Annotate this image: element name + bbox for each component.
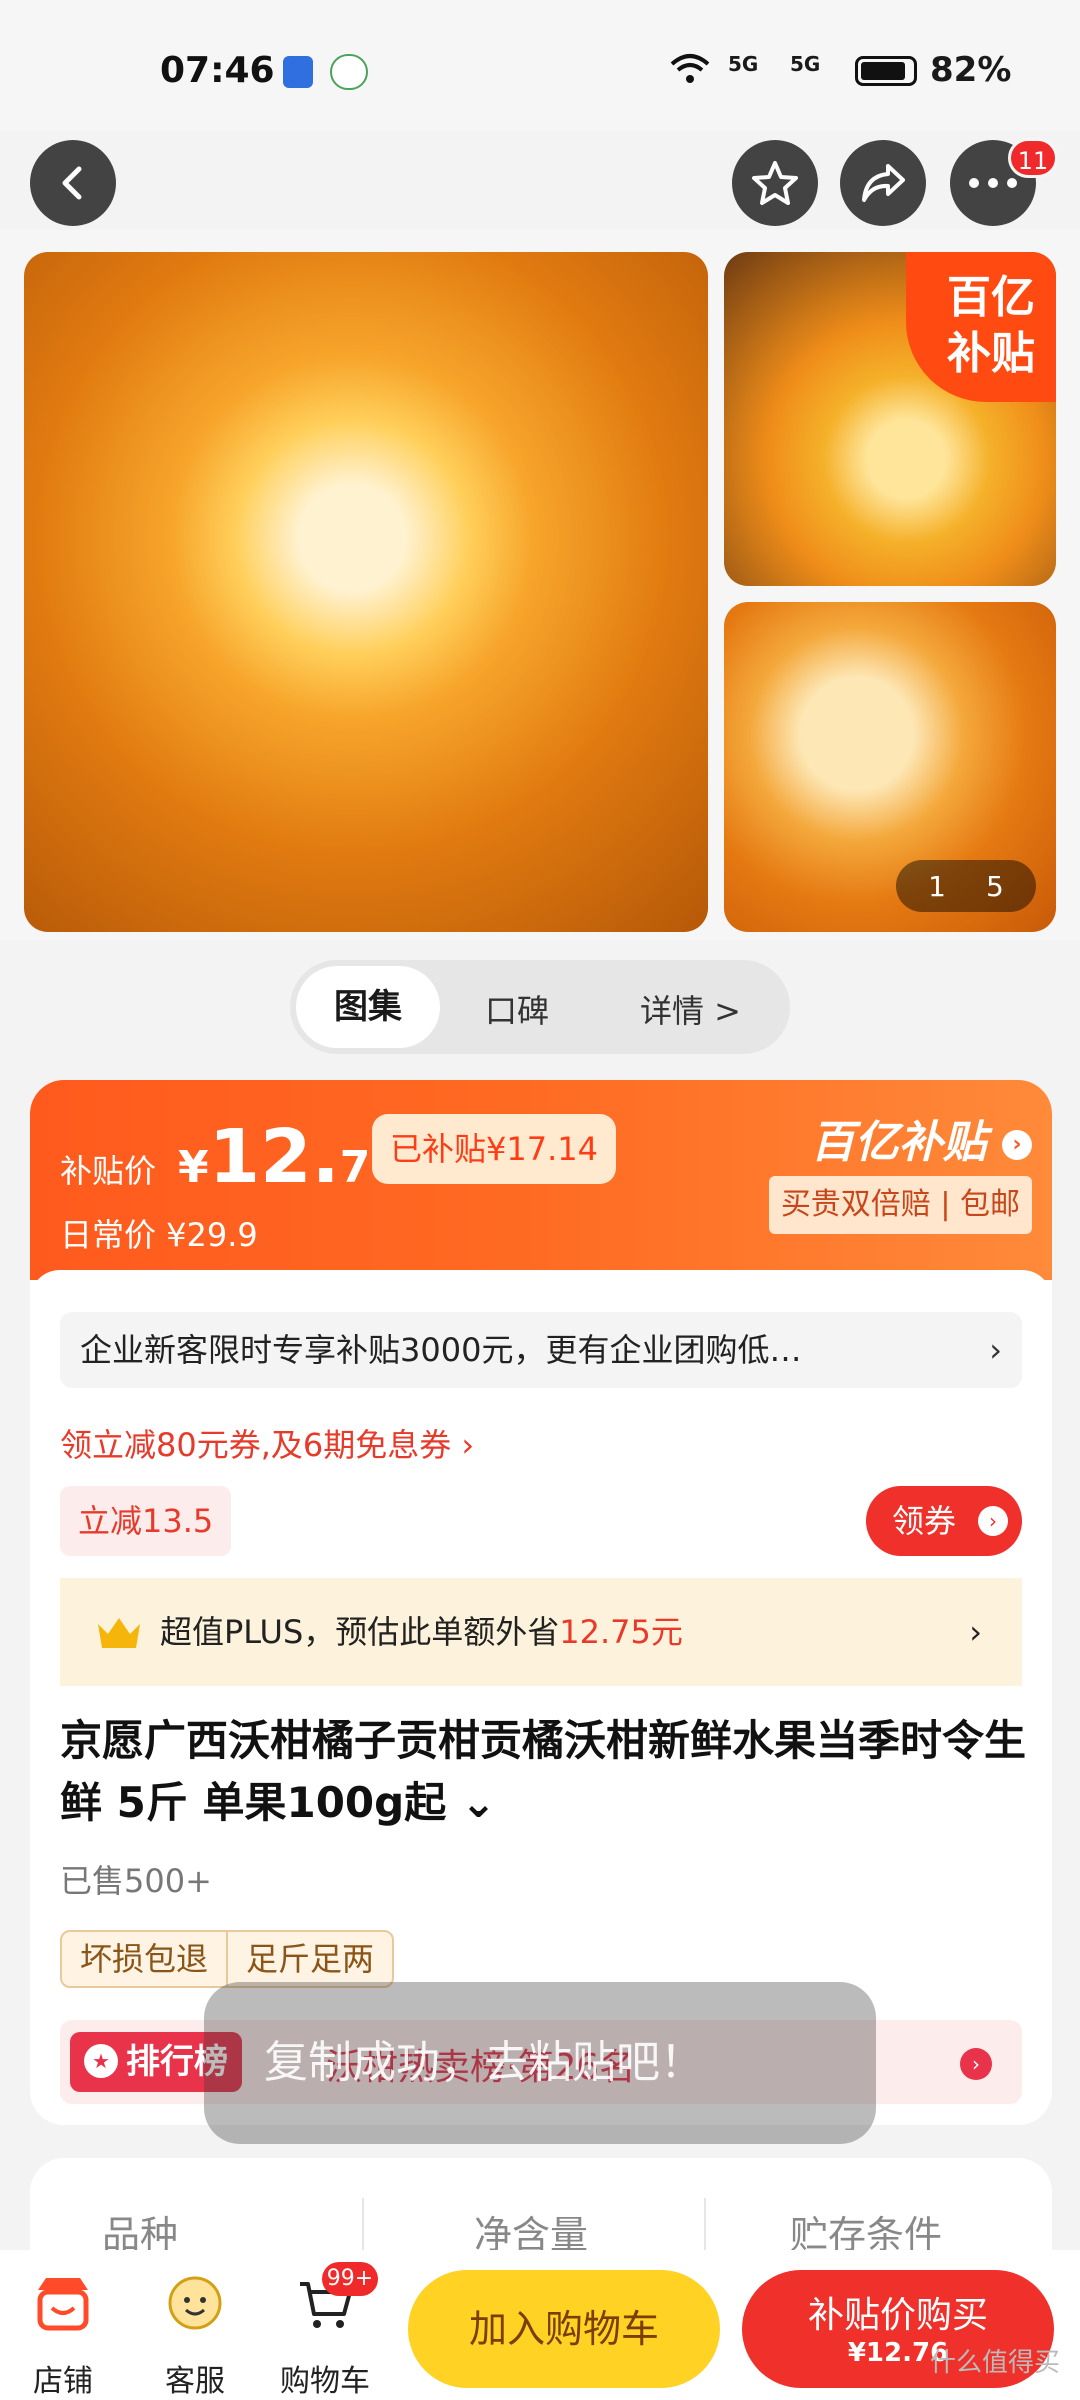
content-tabs: 图集 口碑 详情 > (290, 960, 790, 1054)
subsidy-corner-tag: 百亿 补贴 (906, 252, 1056, 402)
instant-reduce-tag: 立减13.5 (60, 1486, 232, 1556)
message-badge: 11 (1008, 138, 1058, 178)
image-pager: 1 5 (896, 860, 1036, 912)
chevron-right-icon: › (989, 1331, 1002, 1369)
product-thumb-image-2[interactable]: 1 5 (724, 602, 1056, 932)
daily-price: 日常价 ¥29.9 (60, 1216, 258, 1254)
shop-label: 店铺 (33, 2364, 93, 2399)
back-button[interactable] (30, 140, 116, 226)
back-icon (62, 166, 82, 200)
add-to-cart-button[interactable]: 加入购物车 (408, 2270, 720, 2388)
plus-savings-amount: 12.75元 (559, 1613, 683, 1651)
battery-icon (855, 56, 917, 86)
cart-label: 购物车 (280, 2364, 370, 2399)
bottom-action-bar: 店铺 客服 购物车 99+ 加入购物车 补贴价购买 ¥12.76 (0, 2250, 1080, 2400)
favorite-button[interactable] (732, 140, 818, 226)
service-tags[interactable]: 坏损包退 足斤足两 (60, 1930, 395, 1988)
subsidy-tag-line2: 补贴 (947, 328, 1035, 379)
crown-icon (98, 1618, 140, 1648)
plus-savings-text: 超值PLUS，预估此单额外省 (160, 1613, 560, 1651)
chevron-right-icon: › (969, 1613, 982, 1651)
subsidy-tag-line1: 百亿 (947, 272, 1035, 323)
subsidy-brand-link[interactable]: 百亿补贴 › (811, 1106, 1032, 1170)
status-bar: 07:46 5G 5G 82% (0, 0, 1080, 130)
more-icon (969, 178, 1017, 188)
already-subsidized-tag: 已补贴¥17.14 (372, 1114, 616, 1184)
signal-icon-2: 5G (790, 52, 821, 76)
pager-current: 1 (928, 869, 946, 903)
corporate-offer-row[interactable]: 企业新客限时专享补贴3000元，更有企业团购低… › (60, 1312, 1022, 1388)
tab-gallery[interactable]: 图集 (296, 966, 440, 1048)
price-header: 补贴价 ¥12.76 已补贴¥17.14 日常价 ¥29.9 百亿补贴 › 买贵… (30, 1080, 1052, 1280)
product-title[interactable]: 京愿广西沃柑橘子贡柑贡橘沃柑新鲜水果当季时令生鲜 5斤 单果100g起 ⌄ (60, 1710, 1040, 1834)
tab-reviews[interactable]: 口碑 (485, 986, 549, 1032)
cart-count-badge: 99+ (322, 2262, 378, 2296)
coupon-link[interactable]: 领立减80元券,及6期免息券 › (60, 1420, 474, 1466)
share-button[interactable] (840, 140, 926, 226)
service-tag: 足斤足两 (226, 1932, 392, 1986)
corporate-offer-text: 企业新客限时专享补贴3000元，更有企业团购低… (80, 1331, 802, 1369)
signal-icon-1: 5G (728, 52, 759, 76)
chevron-right-icon: › (960, 2048, 992, 2080)
subsidy-price-label: 补贴价 (60, 1152, 157, 1190)
chevron-right-icon: › (978, 1506, 1008, 1536)
subsidy-price: ¥12.76 (178, 1114, 401, 1200)
tab-details[interactable]: 详情 > (640, 986, 741, 1032)
trophy-icon: ★ (84, 2044, 118, 2078)
baidu-app-icon (283, 56, 313, 88)
price-integer: 12. (208, 1114, 340, 1200)
product-main-image[interactable] (24, 252, 708, 932)
product-thumb-image-1[interactable]: 百亿 补贴 (724, 252, 1056, 586)
product-info-card: 补贴价 ¥12.76 已补贴¥17.14 日常价 ¥29.9 百亿补贴 › 买贵… (30, 1080, 1052, 2125)
get-coupon-button[interactable]: 领券 › (866, 1486, 1022, 1556)
sold-count: 已售500+ (60, 1862, 212, 1900)
shop-icon (37, 2278, 89, 2331)
subsidy-brand-text: 百亿补贴 (810, 1117, 987, 1168)
watermark: 什么值得买 (930, 2348, 1061, 2378)
copy-toast: 复制成功，去粘贴吧！ (204, 1982, 876, 2144)
divider (704, 2198, 706, 2258)
shop-button[interactable]: 店铺 (8, 2272, 118, 2400)
divider (362, 2198, 364, 2258)
plus-savings-row[interactable]: 超值PLUS，预估此单额外省12.75元 › (60, 1578, 1022, 1686)
share-icon (862, 164, 905, 202)
customer-service-icon (168, 2276, 222, 2330)
battery-percent: 82% (930, 50, 1012, 90)
chevron-right-icon: › (1002, 1130, 1032, 1160)
star-icon (752, 161, 798, 205)
pager-total: 5 (986, 869, 1004, 903)
service-tag: 坏损包退 (80, 1940, 209, 1978)
realme-app-icon (330, 54, 368, 90)
customer-service-button[interactable]: 客服 (140, 2272, 250, 2400)
status-time: 07:46 (160, 50, 275, 91)
wifi-icon (670, 52, 710, 95)
buy-now-label: 补贴价购买 (807, 2295, 988, 2336)
guarantee-tag: 买贵双倍赔 | 包邮 (768, 1176, 1032, 1234)
customer-service-label: 客服 (165, 2364, 225, 2399)
image-gallery: 百亿 补贴 1 5 (0, 230, 1080, 940)
currency-symbol: ¥ (178, 1142, 209, 1193)
get-coupon-label: 领券 (892, 1502, 957, 1540)
